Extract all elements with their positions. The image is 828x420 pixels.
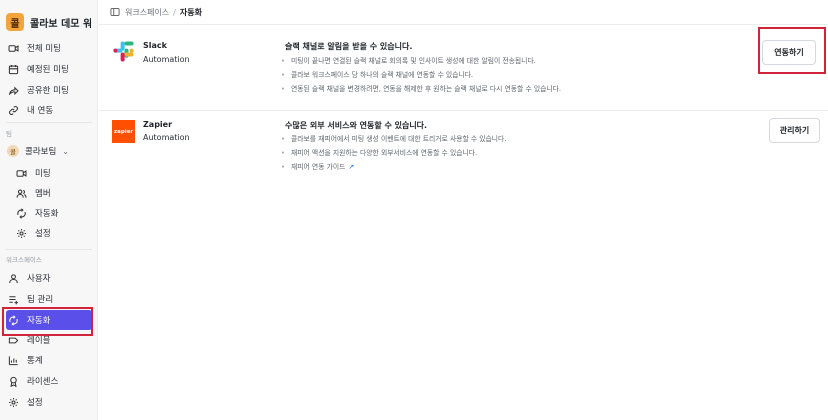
sidebar-item-team-management[interactable]: 팀 관리 [6,289,92,309]
sidebar-toggle-icon[interactable] [110,7,120,17]
integration-description-title: 수많은 외부 서비스와 연동할 수 있습니다. [285,121,428,130]
sidebar-item-team-members[interactable]: 멤버 [6,183,92,203]
sidebar-item-label: 라이센스 [27,377,59,387]
sidebar-item-license[interactable]: 라이센스 [6,371,92,391]
chevron-down-icon: ⌄ [62,146,69,156]
sidebar-item-label: 공유한 미팅 [27,86,69,96]
integration-subtitle: Automation [143,133,190,142]
sidebar-item-all-meetings[interactable]: 전체 미팅 [6,38,92,58]
team-selector[interactable]: 콜 콜라보팀 ⌄ [6,141,92,161]
calendar-icon [6,62,20,76]
zapier-logo-icon: zapier [112,120,135,143]
workspace-logo: 콜 [6,13,24,31]
sidebar-item-label: 미팅 [35,169,51,179]
sidebar-item-label: 설정 [27,398,43,408]
sidebar-item-label: 통계 [27,356,43,366]
members-icon [14,186,28,200]
breadcrumb-workspace[interactable]: 워크스페이스 [125,7,169,18]
zapier-guide-link[interactable]: 재피어 연동 가이드 [291,163,345,171]
integration-name: Zapier [143,120,173,129]
video-icon [6,41,20,55]
sidebar-item-label: 팀 관리 [27,295,54,305]
sidebar-item-label: 예정된 미팅 [27,65,69,75]
team-name: 콜라보팀 [25,147,57,157]
bullet-item: 콜라보 워크스페이스 당 하나의 슬랙 채널에 연동할 수 있습니다. [281,68,561,82]
user-icon [6,271,20,285]
sidebar-item-team-automation[interactable]: 자동화 [6,203,92,223]
sidebar-item-label: 내 연동 [27,106,54,116]
sidebar-item-label: 설정 [35,229,51,239]
sidebar-item-label: 자동화 [35,209,59,219]
breadcrumb: 워크스페이스 / 자동화 [99,0,828,25]
team-section-label: 팀 [6,130,12,138]
sidebar-item-users[interactable]: 사용자 [6,268,92,288]
divider [6,249,92,250]
sidebar-item-label: 멤버 [35,189,51,199]
integration-description-title: 슬랙 채널로 알림을 받을 수 있습니다. [285,42,413,51]
workspace-name: 콜라보 데모 워... [30,18,91,30]
highlight-box-automation [2,307,93,336]
highlight-box-connect [758,27,826,74]
team-manage-icon [6,292,20,306]
sidebar-item-label: 사용자 [27,274,51,284]
breadcrumb-current: 자동화 [179,7,202,17]
sidebar-item-workspace-settings[interactable]: 설정 [6,392,92,412]
bullet-item: 미팅이 끝나면 연결된 슬랙 채널로 회의록 및 인사이트 생성에 대한 알림이… [281,54,561,68]
share-icon [6,83,20,97]
bullet-item: 연동된 슬랙 채널을 변경하려면, 연동을 해제한 후 원하는 슬랙 채널로 다… [281,82,561,96]
integration-name: Slack [143,41,167,50]
bullet-item: 콜라보를 재피어에서 미팅 생성 이벤트에 대한 트리거로 사용할 수 있습니다… [281,132,506,146]
integration-bullets: 콜라보를 재피어에서 미팅 생성 이벤트에 대한 트리거로 사용할 수 있습니다… [281,132,506,174]
integration-row-slack: Slack Automation 슬랙 채널로 알림을 받을 수 있습니다. 미… [99,26,828,110]
integration-subtitle: Automation [143,55,190,64]
external-link-icon[interactable]: ↗ [348,163,354,171]
sidebar-item-label: 전체 미팅 [27,44,61,54]
gear-icon [14,226,28,240]
link-icon [6,103,20,117]
automation-icon [14,206,28,220]
integration-bullets: 미팅이 끝나면 연결된 슬랙 채널로 회의록 및 인사이트 생성에 대한 알림이… [281,54,561,96]
breadcrumb-separator: / [173,7,176,17]
sidebar-item-upcoming-meetings[interactable]: 예정된 미팅 [6,59,92,79]
workspace-section-label: 워크스페이스 [6,256,42,264]
video-icon [14,166,28,180]
sidebar-item-team-settings[interactable]: 설정 [6,223,92,243]
license-icon [6,374,20,388]
gear-icon [6,395,20,409]
sidebar: 콜 콜라보 데모 워... 전체 미팅 예정된 미팅 공유한 미팅 내 연동 팀… [0,0,98,420]
zapier-logo-text: zapier [113,128,134,135]
sidebar-item-shared-meetings[interactable]: 공유한 미팅 [6,80,92,100]
sidebar-item-statistics[interactable]: 통계 [6,350,92,370]
divider [6,122,92,123]
zapier-guide-item: 재피어 연동 가이드↗ [281,160,506,174]
bullet-item: 재피어 액션을 지원하는 다양한 외부서비스에 연동할 수 있습니다. [281,146,506,160]
sidebar-item-my-integrations[interactable]: 내 연동 [6,100,92,120]
zapier-manage-button[interactable]: 관리하기 [769,118,820,143]
integration-row-zapier: zapier Zapier Automation 수많은 외부 서비스와 연동할… [99,111,828,191]
slack-logo-icon [113,41,134,62]
stats-icon [6,353,20,367]
team-avatar: 콜 [7,145,19,157]
sidebar-item-team-meetings[interactable]: 미팅 [6,163,92,183]
